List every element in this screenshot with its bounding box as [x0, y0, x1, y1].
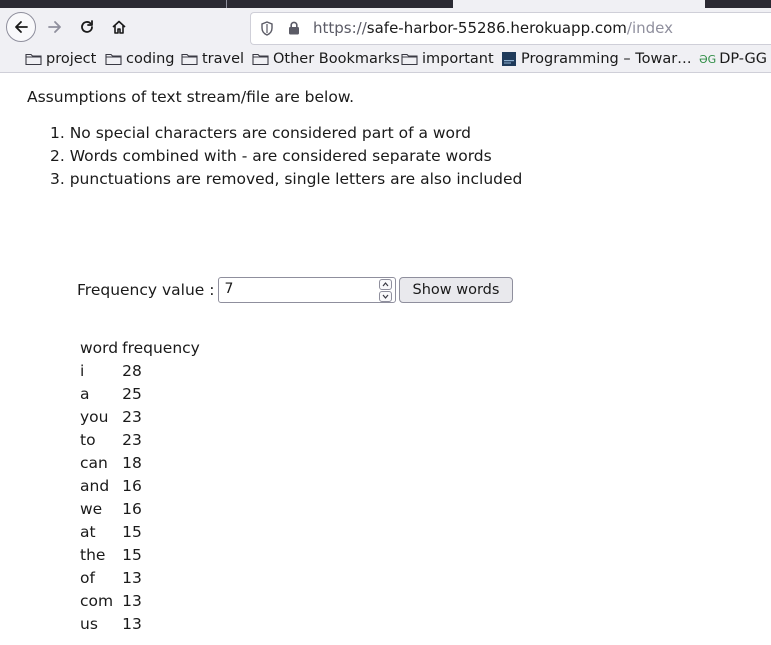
frequency-cell: 28 — [122, 361, 142, 380]
table-row: us 13 — [78, 612, 202, 635]
spin-up-button[interactable] — [378, 279, 392, 290]
table-row: you 23 — [78, 405, 202, 428]
forward-arrow-icon — [48, 21, 61, 33]
url-path: /index — [626, 19, 673, 37]
bookmark-important[interactable]: important — [401, 49, 494, 69]
word-cell: a — [80, 384, 90, 403]
spin-down-button[interactable] — [378, 291, 392, 302]
bookmark-programming[interactable]: Programming – Towar… — [501, 49, 692, 69]
frequency-cell: 23 — [122, 430, 142, 449]
list-item: 1. No special characters are considered … — [50, 124, 471, 142]
table-row: can 18 — [78, 451, 202, 474]
gfg-icon: ƏG — [699, 52, 717, 66]
frequency-cell: 13 — [122, 591, 142, 610]
table-row: a 25 — [78, 382, 202, 405]
bookmark-project[interactable]: project — [25, 49, 96, 69]
bookmark-dp-gg[interactable]: ƏG DP-GG — [699, 49, 767, 69]
forward-button[interactable] — [41, 13, 69, 41]
word-cell: can — [80, 453, 108, 472]
table-row: we 16 — [78, 497, 202, 520]
word-cell: to — [80, 430, 96, 449]
reload-button[interactable] — [73, 13, 101, 41]
word-cell: us — [80, 614, 98, 633]
bookmark-label: travel — [202, 51, 245, 67]
table-row: com 13 — [78, 589, 202, 612]
list-item: 3. punctuations are removed, single lett… — [50, 170, 523, 188]
url-host: safe-harbor-55286.herokuapp.com — [366, 19, 627, 37]
bookmark-label: coding — [126, 51, 175, 67]
intro-text: Assumptions of text stream/file are belo… — [27, 88, 355, 106]
assumptions-list: 1. No special characters are considered … — [50, 122, 522, 191]
bookmarks-bar: project coding travel Other Bookmarks im… — [0, 46, 771, 73]
word-cell: the — [80, 545, 106, 564]
frequency-cell: 18 — [122, 453, 142, 472]
table-row: the 15 — [78, 543, 202, 566]
frequency-cell: 25 — [122, 384, 142, 403]
address-bar[interactable]: https://safe-harbor-55286.herokuapp.com/… — [250, 12, 771, 45]
word-cell: of — [80, 568, 95, 587]
frequency-cell: 13 — [122, 614, 142, 633]
bookmark-label: Programming – Towar… — [521, 51, 692, 67]
frequency-cell: 23 — [122, 407, 142, 426]
table-header-row: word frequency — [78, 336, 202, 359]
folder-icon — [105, 53, 122, 66]
active-tab[interactable] — [453, 0, 705, 8]
shield-icon[interactable] — [260, 21, 274, 36]
word-cell: and — [80, 476, 110, 495]
table-row: i 28 — [78, 359, 202, 382]
bookmark-label: important — [422, 51, 494, 67]
bookmark-travel[interactable]: travel — [181, 49, 244, 69]
word-frequency-table: word frequency i 28 a 25 you 23 to 23 can 18 … — [78, 336, 202, 635]
bookmark-coding[interactable]: coding — [105, 49, 174, 69]
lock-icon[interactable] — [288, 21, 300, 35]
bookmark-label: project — [46, 51, 97, 67]
frequency-cell: 15 — [122, 522, 142, 541]
browser-toolbar: https://safe-harbor-55286.herokuapp.com/… — [0, 8, 771, 46]
table-row: of 13 — [78, 566, 202, 589]
page-content: Assumptions of text stream/file are belo… — [0, 73, 771, 645]
bookmark-label: Other Bookmarks — [273, 51, 400, 67]
frequency-input[interactable] — [218, 278, 375, 300]
url-scheme: https:// — [313, 19, 367, 37]
word-cell: com — [80, 591, 114, 610]
favicon-icon — [502, 52, 516, 66]
word-cell: at — [80, 522, 96, 541]
folder-icon — [181, 53, 198, 66]
word-cell: i — [80, 361, 85, 380]
frequency-cell: 16 — [122, 476, 142, 495]
frequency-cell: 13 — [122, 568, 142, 587]
back-button[interactable] — [6, 12, 36, 42]
tab-separator — [226, 0, 227, 8]
word-cell: you — [80, 407, 109, 426]
home-button[interactable] — [105, 13, 133, 41]
back-arrow-icon — [15, 21, 28, 33]
table-row: and 16 — [78, 474, 202, 497]
table-row: at 15 — [78, 520, 202, 543]
chevron-down-icon — [382, 294, 388, 299]
frequency-cell: 16 — [122, 499, 142, 518]
folder-icon — [252, 53, 269, 66]
frequency-form: Frequency value : Show words — [77, 277, 514, 303]
chevron-up-icon — [382, 282, 388, 287]
url-text[interactable]: https://safe-harbor-55286.herokuapp.com/… — [313, 19, 673, 37]
word-cell: we — [80, 499, 103, 518]
folder-icon — [401, 53, 418, 66]
frequency-label: Frequency value : — [77, 281, 215, 299]
bookmark-label: DP-GG — [719, 51, 768, 67]
list-item: 2. Words combined with - are considered … — [50, 147, 492, 165]
column-header-word: word — [80, 338, 119, 357]
home-icon — [112, 20, 126, 34]
column-header-frequency: frequency — [122, 338, 200, 357]
table-row: to 23 — [78, 428, 202, 451]
frequency-stepper[interactable] — [217, 277, 396, 303]
tab-strip — [0, 0, 771, 8]
folder-icon — [25, 53, 42, 66]
spin-buttons[interactable] — [378, 279, 392, 302]
show-words-button[interactable]: Show words — [398, 277, 514, 303]
frequency-cell: 15 — [122, 545, 142, 564]
reload-icon — [81, 20, 93, 33]
bookmark-other-bookmarks[interactable]: Other Bookmarks — [252, 49, 400, 69]
